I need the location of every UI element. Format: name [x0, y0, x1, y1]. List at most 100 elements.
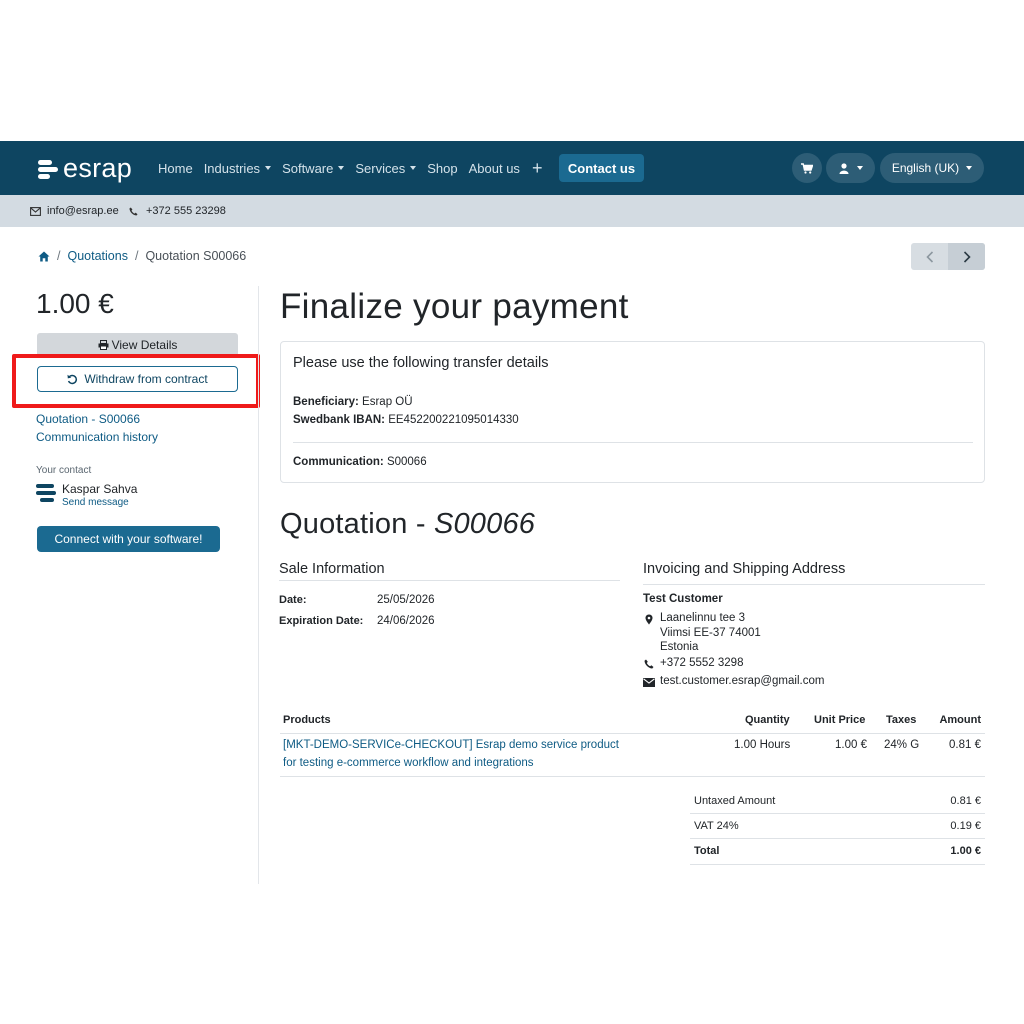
contact-avatar	[36, 483, 56, 503]
language-selector[interactable]: English (UK)	[880, 153, 984, 183]
customer-name: Test Customer	[643, 593, 723, 605]
breadcrumb-separator: /	[57, 249, 61, 263]
nav-services-label: Services	[355, 160, 406, 176]
phone-icon	[129, 206, 138, 216]
main-navbar: esrap Home Industries Software Services …	[0, 141, 1024, 195]
connect-software-button[interactable]: Connect with your software!	[37, 526, 220, 552]
breadcrumb-separator: /	[134, 249, 139, 263]
logo-text: esrap	[63, 153, 133, 183]
beneficiary-value: Esrap OÜ	[362, 396, 413, 408]
home-icon[interactable]	[38, 251, 50, 262]
card-divider	[293, 442, 973, 443]
table-row-divider	[280, 776, 985, 777]
total-value: 1.00 €	[950, 845, 981, 857]
envelope-icon	[643, 676, 655, 688]
communication-label: Communication:	[293, 456, 384, 468]
chevron-right-icon	[963, 250, 971, 263]
quantity-header: Quantity	[745, 714, 790, 726]
your-contact-label: Your contact	[36, 465, 92, 476]
phone-text: +372 555 23298	[146, 205, 226, 217]
caret-down-icon	[410, 166, 417, 170]
nav-home[interactable]: Home	[158, 161, 193, 176]
nav-industries-label: Industries	[203, 160, 261, 176]
nav-about[interactable]: About us	[469, 161, 520, 176]
nav-shop[interactable]: Shop	[427, 161, 457, 176]
order-amount: 1.00 €	[36, 288, 114, 319]
breadcrumb-quotations-link[interactable]: Quotations	[67, 249, 127, 263]
amount-header: Amount	[939, 714, 981, 726]
date-label: Date:	[279, 594, 307, 606]
address-country: Estonia	[660, 641, 699, 653]
view-details-label: View Details	[111, 338, 178, 352]
contact-us-button[interactable]: Contact us	[559, 154, 644, 182]
vat-value: 0.19 €	[950, 820, 981, 832]
nav-software-label: Software	[282, 160, 334, 176]
nav-menu: Home Industries Software Services Shop A…	[158, 141, 542, 195]
user-menu-button[interactable]	[826, 153, 875, 183]
iban-row: Swedbank IBAN: EE452200221095014330	[293, 414, 519, 426]
next-record-button[interactable]	[948, 243, 985, 270]
product-taxes: 24% G	[884, 739, 920, 751]
beneficiary-label: Beneficiary:	[293, 396, 359, 408]
taxes-header: Taxes	[886, 714, 917, 726]
section-divider	[643, 584, 985, 585]
esrap-logo[interactable]: esrap	[38, 153, 133, 183]
email-info[interactable]: info@esrap.ee	[30, 195, 119, 227]
totals-divider	[690, 813, 985, 814]
caret-down-icon	[338, 166, 345, 170]
email-text: info@esrap.ee	[47, 205, 119, 217]
language-label: English (UK)	[891, 161, 960, 175]
record-pager	[911, 243, 985, 270]
contact-info-bar: info@esrap.ee +372 555 23298	[0, 195, 1024, 227]
product-unit-price: 1.00 €	[835, 739, 867, 751]
send-message-link[interactable]: Send message	[62, 497, 129, 508]
nav-services[interactable]: Services	[355, 160, 417, 176]
quotation-title: Quotation - S00066	[280, 508, 535, 541]
total-label: Total	[694, 845, 720, 857]
nav-plus-button[interactable]: +	[532, 159, 543, 177]
unit-price-header: Unit Price	[814, 714, 866, 726]
cart-button[interactable]	[792, 153, 822, 183]
nav-home-label: Home	[158, 160, 193, 176]
breadcrumb: / Quotations / Quotation S00066	[38, 249, 246, 263]
quotation-link[interactable]: Quotation - S00066	[36, 412, 140, 426]
communication-value: S00066	[386, 456, 427, 468]
iban-label: Swedbank IBAN:	[293, 414, 386, 426]
expiration-date-label: Expiration Date:	[279, 615, 364, 627]
cart-icon	[801, 162, 813, 174]
untaxed-amount-value: 0.81 €	[950, 795, 981, 807]
page-title: Finalize your payment	[280, 287, 629, 326]
communication-row: Communication: S00066	[293, 456, 427, 468]
chevron-left-icon	[925, 250, 933, 263]
communication-history-link[interactable]: Communication history	[36, 430, 158, 444]
product-name-line2[interactable]: for testing e-commerce workflow and inte…	[283, 757, 534, 769]
nav-industries[interactable]: Industries	[203, 160, 272, 176]
nav-software[interactable]: Software	[282, 160, 345, 176]
address-street: Laanelinnu tee 3	[660, 612, 746, 624]
transfer-card-title: Please use the following transfer detail…	[293, 355, 549, 371]
customer-phone: +372 5552 3298	[660, 657, 744, 669]
product-quantity: 1.00 Hours	[734, 739, 791, 751]
totals-divider	[690, 838, 985, 839]
table-header-divider	[280, 733, 985, 734]
address-city: Viimsi EE-37 74001	[660, 627, 761, 639]
beneficiary-row: Beneficiary: Esrap OÜ	[293, 396, 413, 408]
caret-down-icon	[966, 166, 973, 170]
totals-divider	[690, 864, 985, 865]
previous-record-button[interactable]	[911, 243, 948, 270]
nav-shop-label: Shop	[427, 160, 458, 176]
expiration-date-value: 24/06/2026	[377, 615, 435, 627]
product-name-line1[interactable]: [MKT-DEMO-SERVICe-CHECKOUT] Esrap demo s…	[283, 739, 619, 751]
transfer-details-card: Please use the following transfer detail…	[280, 341, 985, 483]
untaxed-amount-label: Untaxed Amount	[694, 795, 776, 807]
products-header: Products	[283, 714, 331, 726]
customer-email: test.customer.esrap@gmail.com	[660, 675, 825, 687]
breadcrumb-current: Quotation S00066	[145, 249, 247, 263]
phone-info[interactable]: +372 555 23298	[129, 195, 226, 227]
sidebar-divider	[258, 286, 259, 884]
product-amount: 0.81 €	[949, 739, 981, 751]
envelope-icon	[30, 206, 41, 216]
quotation-title-prefix: Quotation -	[280, 508, 434, 540]
vat-label: VAT 24%	[694, 820, 739, 832]
contact-name: Kaspar Sahva	[62, 482, 138, 496]
